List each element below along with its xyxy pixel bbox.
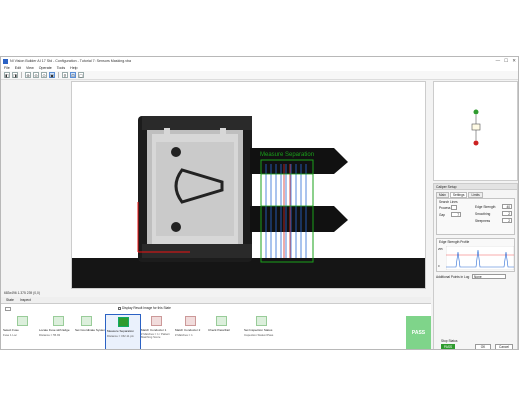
pass-fail-icon [216, 316, 227, 326]
pass-indicator: PASS [441, 344, 455, 349]
gap-input[interactable]: 7 [451, 212, 461, 217]
fuse-body [138, 116, 252, 262]
edge-strength-label: Edge Strength [475, 205, 496, 209]
ok-button[interactable]: OK [475, 344, 491, 349]
pan-tool-icon[interactable]: ◨ [12, 72, 18, 78]
search-lines-group: Search Lines Process Gap 7 Edge Strength… [436, 198, 515, 235]
cancel-button[interactable]: Cancel [495, 344, 513, 349]
rectangle-tool-icon[interactable]: ▢ [78, 72, 84, 78]
camera-icon [17, 316, 28, 326]
search-icon[interactable]: ⚲ [62, 72, 68, 78]
properties-title: Caliper Setup [434, 184, 517, 190]
step-sub: Distance = 152.11 pix [107, 334, 134, 338]
step-name: Check Pass/Fail [208, 328, 230, 332]
zoom-fit-icon[interactable]: ⊙ [41, 72, 47, 78]
step-name: Select Fuse [3, 328, 19, 332]
toolbar: ◧ ◨ ⊕ ⊖ ⊙ ▣ ⚲ ⊡ ▢ [1, 71, 518, 80]
coordinate-system-icon [81, 316, 92, 326]
zoom-out-icon[interactable]: ⊖ [33, 72, 39, 78]
result-text: PASS [411, 330, 426, 336]
profile-ymin: 0 [438, 264, 440, 268]
display-result-toggle[interactable]: Display Result Image for this State [118, 306, 171, 310]
window-controls: — ☐ ✕ [496, 58, 516, 64]
menu-help[interactable]: Help [70, 66, 77, 70]
overlay-dropdown[interactable]: None [472, 274, 506, 279]
display-result-label: Display Result Image for this State [122, 306, 171, 310]
edge-profile-title: Edge Strength Profile [439, 240, 470, 244]
step-set-coordinate-system[interactable]: Set Coordinate System [75, 316, 106, 349]
edge-profile-group: Edge Strength Profile 255 0 [436, 238, 515, 272]
tab-inspect[interactable]: Inspect [20, 298, 31, 302]
step-sub: # Matches = 1 [175, 333, 193, 337]
display-result-checkbox[interactable] [118, 306, 121, 310]
menu-operate[interactable]: Operate [39, 66, 52, 70]
title-bar: NI Vision Builder AI 17 Std - Configurat… [1, 57, 518, 65]
smoothing-input[interactable]: 2 [502, 211, 512, 216]
inspection-status-icon [256, 316, 267, 326]
app-window: NI Vision Builder AI 17 Std - Configurat… [0, 56, 519, 350]
step-sub: Inspection Status=Pass [244, 333, 274, 337]
pattern-match-icon [185, 316, 196, 326]
pass-result-panel: PASS [406, 316, 431, 349]
end-node-icon [473, 140, 479, 146]
step-sub: Distance = 55.93 [39, 333, 61, 337]
fuse-image: Measure Separation [72, 82, 425, 288]
step-measure-separation[interactable]: Measure Separation Distance = 152.11 pix [105, 314, 141, 349]
edge-detect-icon [53, 316, 64, 326]
gap-label: Gap [439, 213, 446, 217]
lower-blade [250, 206, 348, 232]
inspection-steps: Display Result Image for this State Sele… [1, 303, 431, 349]
toolbar-divider [58, 72, 59, 78]
window-title: NI Vision Builder AI 17 Std - Configurat… [10, 59, 131, 63]
caliper-icon [118, 317, 129, 327]
pattern-match-icon [151, 316, 162, 326]
profile-ymax: 255 [438, 247, 443, 251]
state-diagram [471, 109, 481, 146]
inspect-state-node[interactable] [471, 123, 481, 131]
overlay-label: Additional Points in Log [436, 275, 470, 279]
process-label: Process [439, 206, 451, 210]
menu-tools[interactable]: Tools [57, 66, 65, 70]
step-check-pass-fail[interactable]: Check Pass/Fail [208, 316, 238, 349]
base-strip [72, 258, 425, 288]
close-button[interactable]: ✕ [512, 58, 516, 64]
menu-edit[interactable]: Edit [15, 66, 21, 70]
step-set-inspection-status[interactable]: Set Inspection Status Inspection Status=… [244, 316, 288, 349]
step-name: Locate Fuse with Edge [39, 328, 70, 332]
step-name: Measure Separation [107, 329, 135, 333]
properties-panel: Caliper Setup Main Settings Limits Searc… [433, 183, 518, 349]
tab-state[interactable]: State [6, 298, 14, 302]
image-status: 683x496 1.375 239 (0,0) [4, 291, 40, 295]
stop-status-label: Stop Status [441, 339, 458, 343]
zoom-in-icon[interactable]: ⊕ [25, 72, 31, 78]
state-diagram-panel [433, 81, 518, 181]
edge-strength-input[interactable]: 40 [502, 204, 512, 209]
step-name: Match Conductor 2 [175, 328, 201, 332]
steepness-label: Steepness [475, 219, 491, 223]
menu-file[interactable]: File [4, 66, 10, 70]
steepness-input[interactable]: 2 [502, 218, 512, 223]
step-sub: Fuse 1 Loc [3, 333, 17, 337]
edge-profile-plot [446, 246, 514, 270]
step-name: Set Coordinate System [75, 328, 106, 332]
maximize-button[interactable]: ☐ [504, 58, 508, 64]
start-node-icon [473, 109, 479, 115]
pointer-tool-icon[interactable]: ◧ [4, 72, 10, 78]
menu-view[interactable]: View [26, 66, 34, 70]
search-lines-label: Search Lines [439, 200, 458, 204]
step-name: Set Inspection Status [244, 328, 273, 332]
process-selector[interactable] [451, 205, 457, 210]
toolbar-divider [21, 72, 22, 78]
minimize-button[interactable]: — [496, 58, 501, 64]
collapse-toggle[interactable] [5, 307, 11, 311]
zoom-1to1-icon[interactable]: ▣ [49, 72, 55, 78]
app-icon [3, 58, 8, 64]
roi-tool-icon[interactable]: ⊡ [70, 72, 76, 78]
smoothing-label: Smoothing [475, 212, 491, 216]
image-display[interactable]: Measure Separation [71, 81, 426, 289]
measure-label: Measure Separation [260, 152, 314, 158]
